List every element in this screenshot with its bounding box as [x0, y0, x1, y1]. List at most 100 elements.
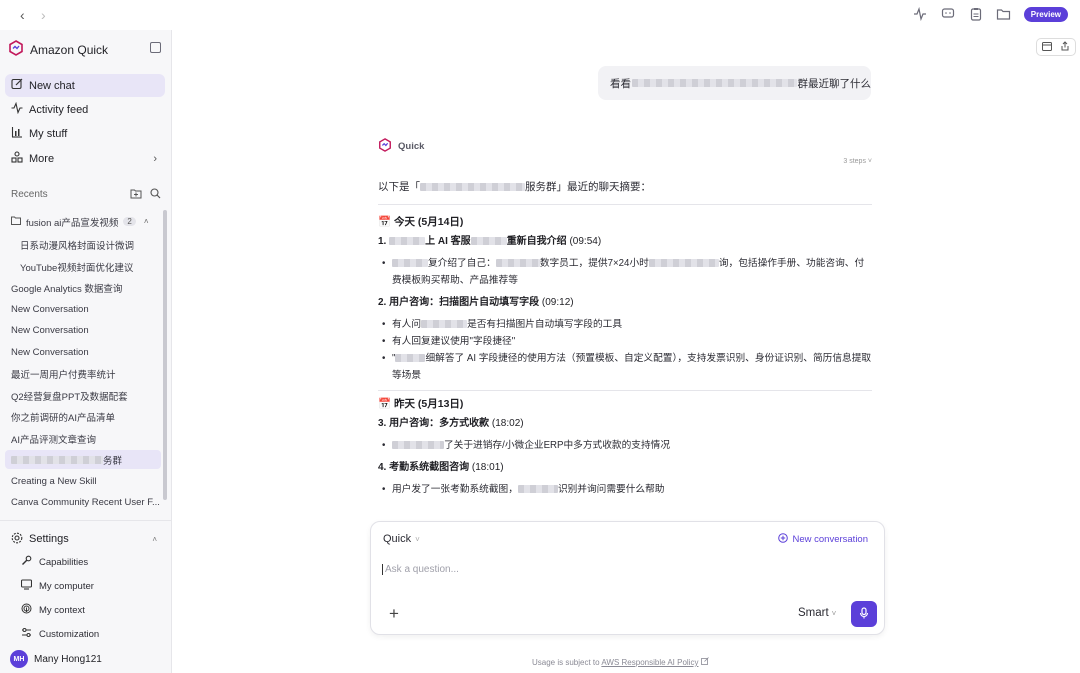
fingerprint-icon — [21, 603, 32, 617]
edit-icon — [11, 78, 23, 93]
bullet: "细解答了 AI 字段捷径的使用方法（预置模板、自定义配置），支持发票识别、身份… — [378, 350, 872, 384]
recent-item[interactable]: New Conversation — [5, 300, 161, 319]
recent-item[interactable]: AI产品评测文章查询 — [5, 429, 161, 448]
microphone-button[interactable] — [851, 601, 877, 627]
top-bar: ‹ › Preview — [0, 0, 1080, 30]
bar-chart-icon — [11, 126, 23, 141]
activity-icon[interactable] — [912, 6, 928, 22]
preview-badge[interactable]: Preview — [1023, 6, 1068, 22]
redacted-text — [11, 455, 103, 464]
agent-selector[interactable]: Quick ˅ — [383, 533, 420, 545]
bullet: 有人问是否有扫描图片自动填写字段的工具 — [378, 316, 872, 333]
day-heading: 📅 今天 (5月14日) — [378, 216, 464, 228]
day-heading: 📅 昨天 (5月13日) — [378, 398, 464, 410]
brand[interactable]: Amazon Quick — [8, 40, 108, 59]
forward-button[interactable]: › — [41, 7, 46, 23]
recents-folder[interactable]: fusion ai产品宣发视频 2 ˄ — [5, 212, 161, 231]
settings-my-computer[interactable]: My computer — [15, 575, 165, 597]
recent-item[interactable]: Canva Community Recent User F... — [5, 493, 161, 512]
user-profile[interactable]: MH Many Hong121 — [10, 650, 102, 668]
settings-customization[interactable]: Customization — [15, 623, 165, 645]
external-link-icon — [700, 657, 709, 667]
model-selector[interactable]: Smart ˅ — [798, 607, 836, 619]
recent-item[interactable]: Google Analytics 数据查询 — [5, 278, 161, 297]
recent-item[interactable]: 日系动漫风格封面设计微调 — [5, 235, 161, 254]
recent-item[interactable]: 最近一周用户付费率统计 — [5, 364, 161, 383]
bullet: 复介绍了自己：数字员工，提供7×24小时询，包括操作手册、功能咨询、付费模板购买… — [378, 255, 872, 289]
shapes-icon — [11, 151, 23, 166]
nav-new-chat[interactable]: New chat — [5, 74, 165, 97]
settings-capabilities[interactable]: Capabilities — [15, 551, 165, 573]
collapse-sidebar-icon[interactable] — [150, 42, 161, 53]
recent-item-active[interactable]: 务群 — [5, 450, 161, 469]
wrench-icon — [21, 555, 32, 569]
redacted-text — [420, 183, 525, 192]
folder-icon — [11, 216, 21, 228]
sidebar-scrollbar[interactable] — [163, 210, 167, 500]
question-input[interactable] — [382, 564, 862, 575]
chevron-up-icon: ˄ — [152, 534, 157, 544]
recents-label: Recents — [11, 189, 48, 200]
nav-more[interactable]: More › — [5, 147, 165, 170]
usage-footer: Usage is subject to AWS Responsible AI P… — [532, 657, 709, 667]
nav-activity-feed[interactable]: Activity feed — [5, 98, 165, 121]
recent-item[interactable]: New Conversation — [5, 343, 161, 362]
chevron-up-icon: ˄ — [143, 217, 149, 226]
redacted-text — [632, 79, 797, 87]
new-conversation-button[interactable]: New conversation — [778, 533, 868, 546]
steps-toggle[interactable]: 3 steps ˅ — [843, 158, 872, 165]
main-content: 看看 群最近聊了什么 Quick 3 steps ˅ 以下是「 服务群」最近的聊天… — [172, 30, 1080, 673]
app-name: Amazon Quick — [30, 42, 109, 57]
topic-heading: 1. 上 AI 客服 重新自我介绍 (09:54) — [378, 236, 602, 247]
new-folder-icon[interactable] — [130, 188, 142, 202]
divider — [378, 390, 872, 391]
gear-icon — [11, 532, 23, 547]
chat-composer: Quick˅ New conversation + Smart˅ — [370, 521, 885, 635]
redacted-text — [389, 237, 426, 246]
plus-circle-icon — [778, 533, 789, 546]
activity-icon — [11, 101, 23, 117]
user-name: Many Hong121 — [34, 653, 102, 665]
settings-header[interactable]: Settings ˄ — [5, 528, 165, 550]
bullet: 了关于进销存/小微企业ERP中多方式收款的支持情况 — [378, 437, 872, 454]
quick-logo-icon — [8, 40, 24, 59]
count-badge: 2 — [123, 217, 136, 226]
search-icon[interactable] — [150, 188, 161, 202]
quick-logo-icon — [378, 138, 392, 155]
recent-item[interactable]: Q2经营复盘PPT及数据配套 — [5, 386, 161, 405]
user-message: 看看 群最近聊了什么 — [598, 66, 871, 100]
settings-my-context[interactable]: My context — [15, 599, 165, 621]
recent-item[interactable]: Creating a New Skill — [5, 472, 161, 491]
topic-heading: 2. 用户咨询：扫描图片自动填写字段 (09:12) — [378, 297, 574, 308]
microphone-icon — [858, 606, 870, 622]
share-icon[interactable] — [1060, 40, 1070, 54]
clipboard-icon[interactable] — [968, 6, 984, 22]
sidebar: Amazon Quick New chat Activity feed My s… — [0, 30, 172, 673]
recent-item[interactable]: New Conversation — [5, 321, 161, 340]
redacted-text — [470, 237, 507, 246]
topic-bullets: 了关于进销存/小微企业ERP中多方式收款的支持情况 — [378, 437, 872, 454]
avatar: MH — [10, 650, 28, 668]
back-button[interactable]: ‹ — [20, 7, 25, 23]
policy-link[interactable]: AWS Responsible AI Policy — [601, 658, 698, 667]
sliders-icon — [21, 627, 32, 641]
nav-my-stuff[interactable]: My stuff — [5, 122, 165, 145]
summary-intro: 以下是「 服务群」最近的聊天摘要： — [378, 181, 651, 193]
recent-item[interactable]: YouTube视频封面优化建议 — [5, 257, 161, 276]
assistant-header: Quick — [378, 138, 872, 155]
divider — [0, 520, 171, 521]
calendar-icon[interactable] — [1042, 40, 1052, 54]
topic-heading: 3. 用户咨询：多方式收款 (18:02) — [378, 418, 524, 429]
topic-heading: 4. 考勤系统截图咨询 (18:01) — [378, 462, 504, 473]
folder-icon[interactable] — [996, 6, 1012, 22]
assistant-response: Quick 3 steps ˅ 以下是「 服务群」最近的聊天摘要： 📅 今天 (5… — [378, 138, 872, 504]
attach-plus-button[interactable]: + — [389, 604, 399, 624]
recent-item[interactable]: 你之前调研的AI产品清单 — [5, 407, 161, 426]
bullet: 用户发了一张考勤系统截图，识别并询问需要什么帮助 — [378, 481, 872, 498]
chat-icon[interactable] — [940, 6, 956, 22]
topic-bullets: 复介绍了自己：数字员工，提供7×24小时询，包括操作手册、功能咨询、付费模板购买… — [378, 255, 872, 289]
divider — [378, 204, 872, 205]
topic-bullets: 用户发了一张考勤系统截图，识别并询问需要什么帮助 — [378, 481, 872, 498]
monitor-icon — [20, 579, 33, 593]
chevron-right-icon: › — [153, 152, 157, 165]
